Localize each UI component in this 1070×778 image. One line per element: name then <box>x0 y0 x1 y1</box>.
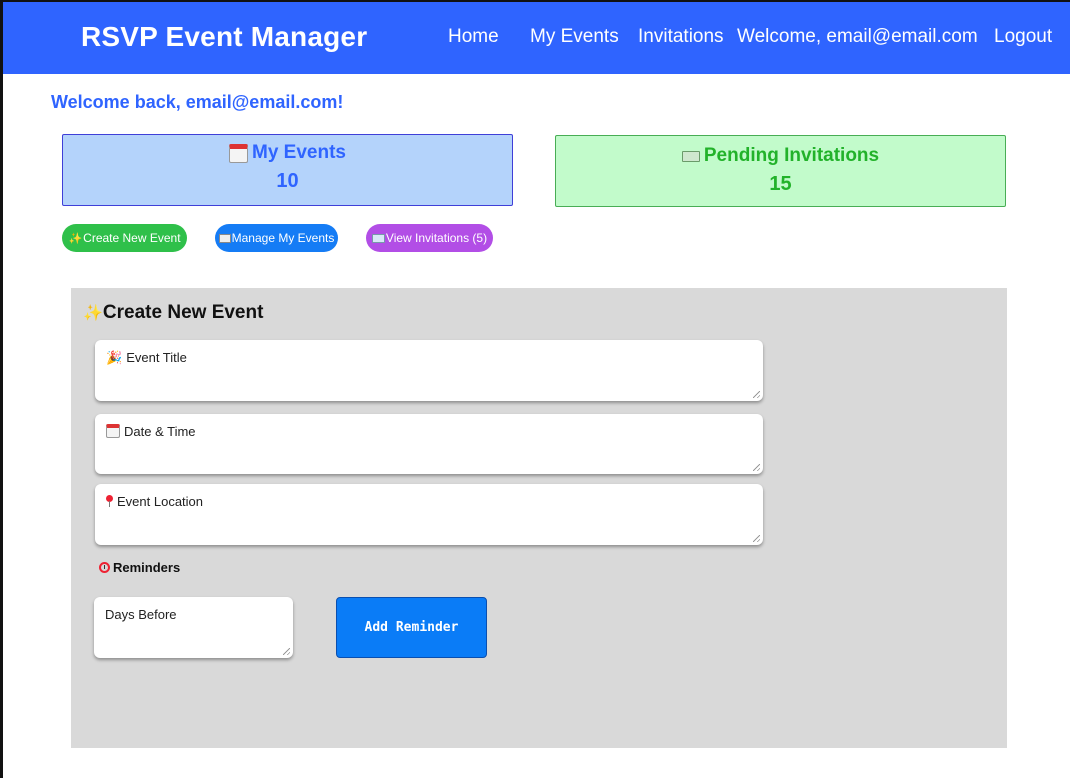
welcome-user-text: Welcome, email@email.com <box>737 26 978 47</box>
reminders-label-text: Reminders <box>113 560 181 575</box>
create-event-heading-text: Create New Event <box>102 302 264 323</box>
manage-my-events-button[interactable]: Manage My Events <box>215 224 338 252</box>
my-events-count: 10 <box>276 170 299 192</box>
my-events-stat-card[interactable]: My Events 10 <box>62 134 513 206</box>
reminders-label: Reminders <box>99 560 180 575</box>
create-new-event-button[interactable]: ✨ Create New Event <box>62 224 187 252</box>
sparkles-icon: ✨ <box>68 232 83 245</box>
nav-my-events-link[interactable]: My Events <box>530 26 619 48</box>
resize-handle[interactable] <box>283 648 290 655</box>
add-reminder-button[interactable]: Add Reminder <box>336 597 487 658</box>
event-title-placeholder: Event Title <box>126 350 187 365</box>
pending-invitations-count: 15 <box>769 173 792 195</box>
pending-invitations-stat-card[interactable]: Pending Invitations 15 <box>555 135 1006 207</box>
days-before-placeholder: Days Before <box>105 607 177 622</box>
pending-invitations-stat-title: Pending Invitations <box>556 145 1005 167</box>
my-events-stat-title: My Events <box>63 142 512 164</box>
date-time-placeholder: Date & Time <box>124 424 196 439</box>
nav-home-link[interactable]: Home <box>448 26 499 48</box>
alarm-clock-icon <box>99 562 110 573</box>
logout-link[interactable]: Logout <box>994 26 1052 48</box>
nav-invitations-link[interactable]: Invitations <box>638 26 724 48</box>
notepad-icon <box>218 233 231 243</box>
manage-my-events-label: Manage My Events <box>231 231 335 245</box>
view-invitations-label: View Invitations (5) <box>385 231 488 245</box>
envelope-icon <box>371 233 385 243</box>
days-before-textarea[interactable]: Days Before <box>94 597 293 658</box>
resize-handle[interactable] <box>753 391 760 398</box>
event-title-textarea[interactable]: 🎉 Event Title <box>95 340 763 401</box>
party-popper-icon: 🎉 <box>106 350 123 365</box>
brand-title: RSVP Event Manager <box>81 21 368 52</box>
window-frame-left <box>0 0 3 778</box>
resize-handle[interactable] <box>753 535 760 542</box>
create-event-heading: ✨ Create New Event <box>83 302 263 324</box>
top-navbar: RSVP Event Manager Home My Events Invita… <box>3 2 1070 74</box>
resize-handle[interactable] <box>753 464 760 471</box>
date-time-textarea[interactable]: Date & Time <box>95 414 763 474</box>
create-event-panel: ✨ Create New Event 🎉 Event Title Date & … <box>71 288 1007 748</box>
my-events-stat-label: My Events <box>252 142 346 163</box>
calendar-icon <box>229 143 248 163</box>
pin-icon <box>106 495 113 507</box>
event-location-placeholder: Event Location <box>117 494 204 509</box>
pending-invitations-stat-label: Pending Invitations <box>703 145 880 166</box>
welcome-back-heading: Welcome back, email@email.com! <box>51 92 344 112</box>
calendar-icon <box>106 424 120 438</box>
sparkles-icon: ✨ <box>83 305 103 322</box>
money-icon <box>681 150 700 162</box>
view-invitations-button[interactable]: View Invitations (5) <box>366 224 493 252</box>
event-location-textarea[interactable]: Event Location <box>95 484 763 545</box>
create-new-event-label: Create New Event <box>83 231 181 245</box>
